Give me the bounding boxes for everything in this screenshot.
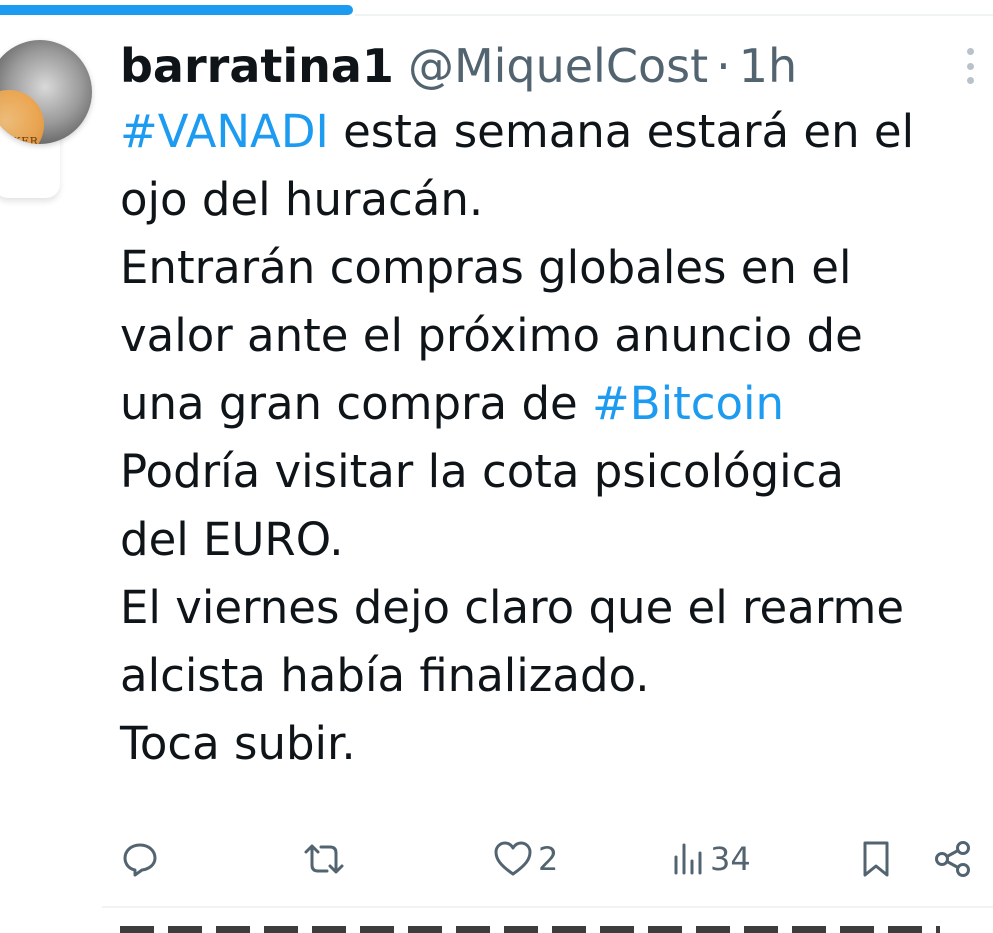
- retweet-button[interactable]: [300, 832, 348, 886]
- like-button[interactable]: 2: [492, 832, 558, 886]
- next-tweet-peek: [120, 926, 940, 933]
- tweet-line: El viernes dejo claro que el rearme: [120, 581, 905, 634]
- avatar-text: JOKER: [0, 135, 39, 144]
- tweet-line: Entrarán compras globales en el: [120, 241, 852, 294]
- like-count: 2: [538, 840, 559, 878]
- loading-progress-fill: [0, 5, 353, 15]
- tweet-line: Podría visitar la cota psicológica: [120, 445, 844, 498]
- hashtag-link[interactable]: #VANADI: [120, 105, 329, 158]
- tweet-line: #VANADI esta semana estará en el: [120, 98, 980, 166]
- views-count: 34: [710, 840, 751, 878]
- share-button[interactable]: [932, 832, 974, 886]
- share-icon: [935, 841, 970, 877]
- avatar[interactable]: JOKER: [0, 40, 92, 144]
- tweet-line-text: esta semana estará en el: [328, 105, 915, 158]
- author-name[interactable]: barratina1: [120, 36, 394, 96]
- tweet-line: del EURO.: [120, 513, 344, 566]
- tweet-time[interactable]: 1h: [739, 36, 797, 96]
- more-dot-icon: [966, 48, 974, 55]
- bottom-divider: [102, 906, 993, 908]
- tweet-header: barratina1 @MiquelCost · 1h: [120, 36, 940, 96]
- reply-button[interactable]: [120, 832, 160, 886]
- tweet-line: una gran compra de #Bitcoin: [120, 370, 980, 438]
- author-handle[interactable]: @MiquelCost: [408, 36, 708, 96]
- hashtag-link[interactable]: #Bitcoin: [592, 377, 784, 430]
- tweet-text: #VANADI esta semana estará en el ojo del…: [120, 98, 980, 778]
- tweet-actions: 2 34: [120, 832, 980, 886]
- more-dot-icon: [966, 77, 974, 84]
- more-options-button[interactable]: [958, 48, 982, 84]
- tweet-line: Toca subir.: [120, 717, 356, 770]
- tweet-line: ojo del huracán.: [120, 173, 484, 226]
- retweet-icon: [304, 844, 344, 874]
- tweet-line: alcista había finalizado.: [120, 649, 650, 702]
- reply-icon: [123, 843, 157, 877]
- tweet-line-text: una gran compra de: [120, 377, 592, 430]
- tweet-line: valor ante el próximo anuncio de: [120, 309, 863, 362]
- bookmark-icon: [863, 841, 889, 877]
- more-dot-icon: [966, 62, 974, 70]
- heart-icon: [494, 841, 532, 876]
- views-icon: [674, 843, 702, 875]
- header-separator: ·: [716, 39, 731, 93]
- views-button[interactable]: 34: [670, 832, 751, 886]
- top-divider: [355, 14, 993, 16]
- bookmark-button[interactable]: [858, 832, 894, 886]
